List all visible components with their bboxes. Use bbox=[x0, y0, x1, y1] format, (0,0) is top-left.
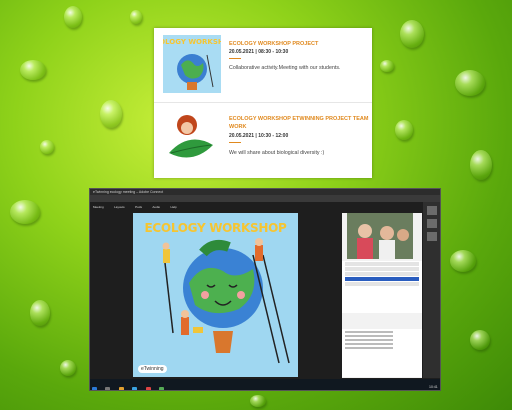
app-icon[interactable] bbox=[145, 387, 151, 390]
chat-panel bbox=[342, 329, 422, 377]
event-title[interactable]: ECOLOGY WORKSHOP ETWINNING PROJECT TEAM … bbox=[229, 115, 369, 131]
folder-icon[interactable] bbox=[118, 387, 124, 390]
event-datetime: 20.05.2021 | 08:30 - 10:30 bbox=[229, 49, 289, 55]
divider bbox=[229, 58, 241, 59]
menu-item[interactable]: Meeting bbox=[93, 205, 104, 209]
shared-slide: ECOLOGY WORKSHOP eTwinning bbox=[133, 213, 298, 377]
search-icon[interactable] bbox=[105, 387, 111, 390]
event-time: 10:30 - 12:00 bbox=[258, 133, 289, 139]
menu-item[interactable]: Pods bbox=[135, 205, 142, 209]
attendee-row[interactable] bbox=[345, 272, 419, 276]
menu-item[interactable]: Layouts bbox=[114, 205, 125, 209]
attendee-row[interactable] bbox=[345, 282, 419, 286]
chat-line bbox=[345, 347, 393, 349]
taskbar: 10:41 bbox=[90, 379, 440, 390]
meeting-screenshot: eTwinning ecology meeting – Adobe Connec… bbox=[89, 188, 441, 391]
start-icon[interactable] bbox=[92, 387, 97, 390]
attendee-row[interactable] bbox=[345, 267, 419, 271]
event-item[interactable]: ECOLOGY WORKSHOP ETWINNING PROJECT TEAM … bbox=[154, 104, 372, 178]
event-date: 20.05.2021 bbox=[229, 133, 255, 139]
layout-thumb[interactable] bbox=[426, 206, 437, 215]
attendee-list bbox=[342, 261, 422, 313]
events-card: ECOLOGY WORKSHOP Ecology workshop projec… bbox=[154, 28, 372, 178]
event-date: 20.05.2021 bbox=[229, 49, 255, 55]
event-thumbnail bbox=[163, 111, 221, 169]
layout-thumb[interactable] bbox=[426, 232, 437, 241]
divider bbox=[229, 142, 241, 143]
chat-line bbox=[345, 335, 393, 337]
event-time: 08:30 - 10:30 bbox=[258, 49, 289, 55]
event-title[interactable]: Ecology workshop project bbox=[229, 40, 369, 48]
attendee-row[interactable] bbox=[345, 262, 419, 266]
webcam-video bbox=[347, 213, 413, 259]
clock: 10:41 bbox=[429, 385, 438, 389]
etwinning-badge: eTwinning bbox=[138, 365, 167, 373]
layout-strip bbox=[423, 202, 440, 378]
menu-item[interactable]: Audio bbox=[152, 205, 160, 209]
app-icon[interactable] bbox=[159, 387, 165, 390]
chat-line bbox=[345, 343, 393, 345]
attendee-row[interactable] bbox=[345, 277, 419, 281]
browser-icon[interactable] bbox=[132, 387, 138, 390]
event-thumbnail: ECOLOGY WORKSHOP bbox=[163, 35, 221, 93]
chat-line bbox=[345, 339, 393, 341]
event-datetime: 20.05.2021 | 10:30 - 12:00 bbox=[229, 133, 289, 139]
event-description: Collaborative activity.Meeting with our … bbox=[229, 65, 341, 71]
event-item[interactable]: ECOLOGY WORKSHOP Ecology workshop projec… bbox=[154, 28, 372, 103]
layout-thumb[interactable] bbox=[426, 219, 437, 228]
event-description: We will share about biological diversity… bbox=[229, 150, 325, 156]
menu-bar: Meeting Layouts Pods Audio Help bbox=[90, 195, 440, 209]
chat-line bbox=[345, 331, 393, 333]
menu-item[interactable]: Help bbox=[171, 205, 177, 209]
earth-illustration bbox=[162, 238, 290, 364]
svg-text:ECOLOGY WORKSHOP: ECOLOGY WORKSHOP bbox=[163, 38, 221, 46]
